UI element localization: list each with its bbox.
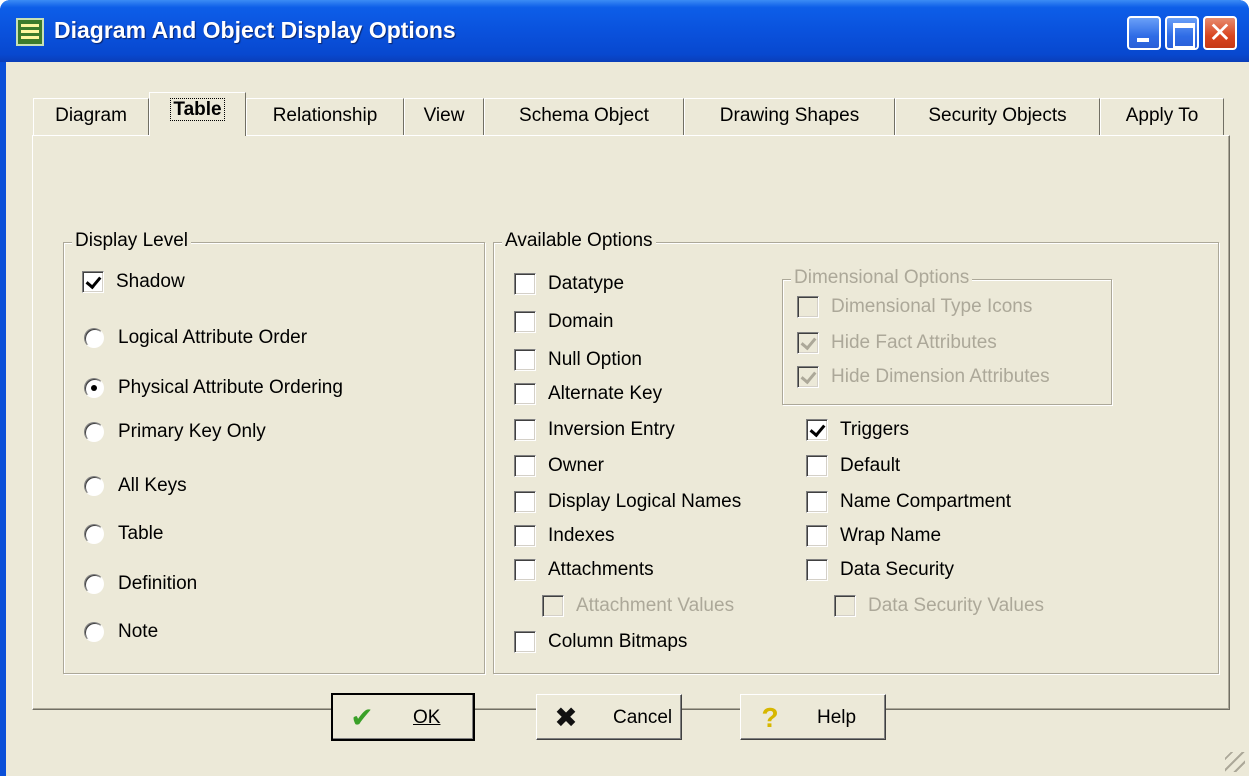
close-button[interactable]: ✕: [1203, 16, 1237, 50]
checkbox-label: Display Logical Names: [548, 491, 742, 512]
checkbox-box[interactable]: [806, 419, 828, 441]
checkbox-label: Shadow: [116, 271, 185, 292]
radio-label: Definition: [118, 573, 198, 594]
checkbox-box[interactable]: [514, 559, 536, 581]
checkbox-label: Default: [840, 455, 901, 476]
available-options-legend: Available Options: [502, 230, 656, 252]
help-label: Help: [817, 707, 857, 728]
radio-label: Note: [118, 621, 159, 642]
tab-label: Drawing Shapes: [719, 105, 860, 126]
checkbox-label: Column Bitmaps: [548, 631, 688, 652]
app-icon: [16, 18, 44, 46]
checkbox-label: Null Option: [548, 349, 642, 370]
tab-label: Relationship: [272, 105, 378, 126]
checkbox-label: Hide Dimension Attributes: [831, 366, 1050, 387]
dialog-client: Diagram Table Relationship View Schema O…: [6, 62, 1249, 776]
checkbox-label: Inversion Entry: [548, 419, 675, 440]
tab-drawing-shapes[interactable]: Drawing Shapes: [684, 98, 895, 136]
resize-grip[interactable]: [1225, 752, 1245, 772]
checkbox-box[interactable]: [514, 419, 536, 441]
dimensional-options-group: Dimensional Options Dimensional Type Ico…: [782, 267, 1112, 405]
tab-diagram[interactable]: Diagram: [33, 98, 149, 136]
radio-circle[interactable]: [84, 524, 104, 544]
tab-view[interactable]: View: [404, 98, 484, 136]
checkbox-box[interactable]: [542, 595, 564, 617]
available-options-group: Available Options Datatype Domain Null O…: [493, 230, 1219, 674]
checkbox-box[interactable]: [514, 273, 536, 295]
question-icon: ?: [761, 702, 779, 733]
radio-label: Physical Attribute Ordering: [118, 377, 343, 398]
display-level-group: Display Level Shadow Logical Attribute O…: [63, 230, 485, 674]
dimensional-options-legend: Dimensional Options: [791, 267, 973, 289]
tab-table[interactable]: Table: [149, 92, 246, 136]
checkbox-box[interactable]: [514, 311, 536, 333]
checkbox-box[interactable]: [797, 296, 819, 318]
ok-label: OK: [413, 707, 440, 729]
cancel-label: Cancel: [613, 707, 673, 728]
close-icon: ✕: [1208, 17, 1232, 48]
checkbox-label: Alternate Key: [548, 383, 663, 404]
cancel-button[interactable]: ✖ Cancel: [536, 694, 682, 740]
checkbox-box[interactable]: [834, 595, 856, 617]
tab-relationship[interactable]: Relationship: [246, 98, 404, 136]
radio-circle[interactable]: [84, 328, 104, 348]
tab-schema-object[interactable]: Schema Object: [484, 98, 684, 136]
minimize-button[interactable]: [1127, 16, 1161, 50]
checkbox-box[interactable]: [514, 525, 536, 547]
checkbox-label: Datatype: [548, 273, 625, 294]
window-title: Diagram And Object Display Options: [54, 17, 456, 43]
checkbox-box[interactable]: [806, 491, 828, 513]
dialog-window: Diagram And Object Display Options ✕ Dia…: [0, 0, 1249, 776]
tab-label: View: [423, 105, 465, 126]
checkbox-box[interactable]: [797, 332, 819, 354]
tab-label: Table: [170, 98, 225, 121]
checkbox-box[interactable]: [806, 559, 828, 581]
ok-label-text: OK: [413, 707, 441, 728]
checkbox-box[interactable]: [514, 631, 536, 653]
tab-security-objects[interactable]: Security Objects: [895, 98, 1100, 136]
checkbox-box[interactable]: [514, 491, 536, 513]
checkbox-label: Wrap Name: [840, 525, 942, 546]
maximize-button[interactable]: [1165, 16, 1199, 50]
checkbox-box[interactable]: [514, 383, 536, 405]
radio-label: Table: [118, 523, 164, 544]
checkbox-box[interactable]: [797, 366, 819, 388]
checkbox-label: Dimensional Type Icons: [831, 296, 1033, 317]
x-icon: ✖: [554, 702, 578, 733]
radio-circle[interactable]: [84, 422, 104, 442]
ok-button[interactable]: ✔ OK: [331, 693, 475, 741]
title-bar[interactable]: Diagram And Object Display Options ✕: [0, 0, 1249, 62]
checkbox-box[interactable]: [806, 455, 828, 477]
radio-circle[interactable]: [84, 476, 104, 496]
checkbox-label: Triggers: [840, 419, 909, 440]
tab-apply-to[interactable]: Apply To: [1100, 98, 1224, 136]
checkbox-label: Name Compartment: [840, 491, 1012, 512]
checkbox-label: Attachment Values: [576, 595, 735, 616]
check-icon: ✔: [350, 702, 374, 733]
checkbox-label: Data Security: [840, 559, 955, 580]
radio-label: Primary Key Only: [118, 421, 266, 442]
checkbox-label: Domain: [548, 311, 614, 332]
checkbox-box[interactable]: [806, 525, 828, 547]
checkbox-box[interactable]: [82, 271, 104, 293]
tab-label: Apply To: [1125, 105, 1199, 126]
checkbox-box[interactable]: [514, 349, 536, 371]
tab-label: Security Objects: [928, 105, 1067, 126]
radio-circle[interactable]: [84, 378, 104, 398]
display-level-legend: Display Level: [72, 230, 191, 252]
tab-label: Schema Object: [519, 105, 649, 126]
radio-circle[interactable]: [84, 574, 104, 594]
help-button[interactable]: ? Help: [740, 694, 886, 740]
checkbox-label: Attachments: [548, 559, 654, 580]
radio-label: Logical Attribute Order: [118, 327, 308, 348]
checkbox-label: Hide Fact Attributes: [831, 332, 997, 353]
checkbox-label: Indexes: [548, 525, 615, 546]
checkbox-label: Data Security Values: [868, 595, 1045, 616]
checkbox-label: Owner: [548, 455, 604, 476]
radio-circle[interactable]: [84, 622, 104, 642]
checkbox-box[interactable]: [514, 455, 536, 477]
tab-panel-table: Display Level Shadow Logical Attribute O…: [32, 135, 1230, 710]
radio-label: All Keys: [118, 475, 187, 496]
tab-label: Diagram: [55, 105, 127, 126]
